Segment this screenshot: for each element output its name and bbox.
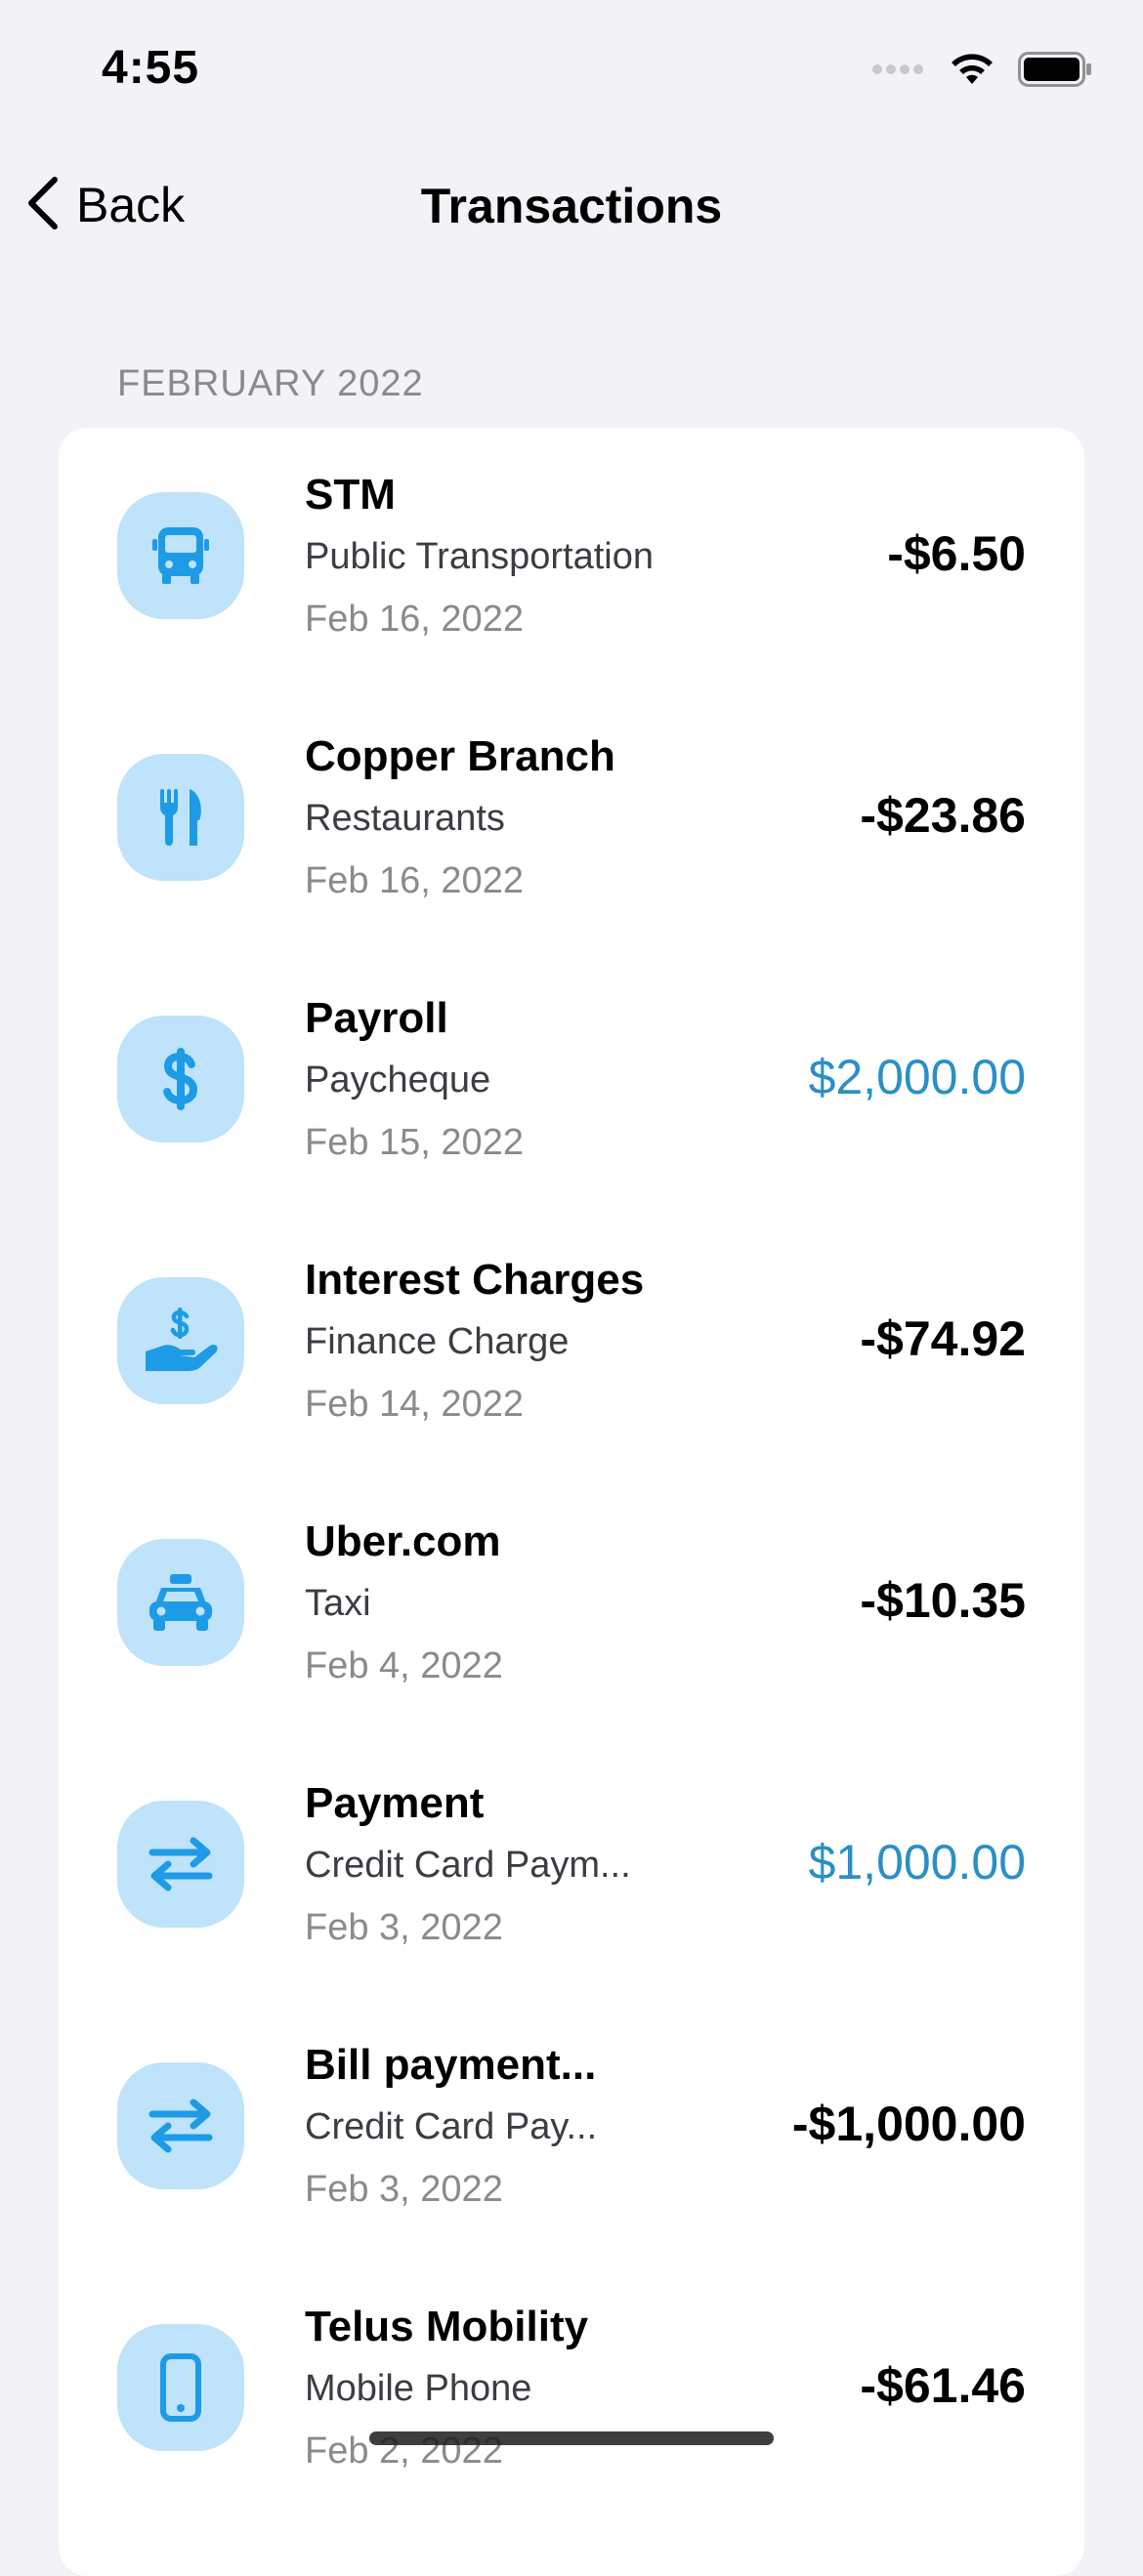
transaction-date: Feb 16, 2022 bbox=[305, 599, 524, 640]
transaction-category: Credit Card Pay... bbox=[305, 2106, 598, 2147]
merchant-name: Uber.com bbox=[305, 1517, 501, 1565]
bus-icon bbox=[117, 492, 244, 619]
transaction-row[interactable]: Payment Credit Card Paym... Feb 3, 2022 … bbox=[59, 1736, 1084, 1998]
transaction-amount: -$74.92 bbox=[860, 1311, 1026, 1366]
mobile-phone-icon bbox=[117, 2324, 244, 2451]
transaction-row[interactable]: Telus Mobility Mobile Phone Feb 2, 2022 … bbox=[59, 2260, 1084, 2521]
merchant-name: Copper Branch bbox=[305, 732, 615, 780]
transaction-category: Taxi bbox=[305, 1583, 371, 1624]
transaction-category: Mobile Phone bbox=[305, 2368, 532, 2409]
merchant-name: Telus Mobility bbox=[305, 2303, 589, 2350]
transaction-date: Feb 16, 2022 bbox=[305, 860, 524, 901]
transaction-amount: -$61.46 bbox=[860, 2358, 1026, 2413]
merchant-name: Interest Charges bbox=[305, 1256, 645, 1304]
transaction-date: Feb 14, 2022 bbox=[305, 1384, 524, 1425]
transaction-row[interactable]: Bill payment... Credit Card Pay... Feb 3… bbox=[59, 1998, 1084, 2260]
merchant-name: Bill payment... bbox=[305, 2041, 597, 2089]
transaction-amount: -$23.86 bbox=[860, 788, 1026, 843]
transfer-arrows-icon bbox=[117, 2062, 244, 2189]
transaction-category: Credit Card Paym... bbox=[305, 1845, 631, 1886]
transaction-row[interactable]: Payroll Paycheque Feb 15, 2022 $2,000.00 bbox=[59, 951, 1084, 1213]
transaction-amount: -$6.50 bbox=[887, 526, 1026, 581]
transaction-row[interactable]: STM Public Transportation Feb 16, 2022 -… bbox=[59, 428, 1084, 689]
transaction-row[interactable]: Interest Charges Finance Charge Feb 14, … bbox=[59, 1213, 1084, 1475]
taxi-icon bbox=[117, 1539, 244, 1666]
transaction-row[interactable]: Copper Branch Restaurants Feb 16, 2022 -… bbox=[59, 689, 1084, 951]
transaction-amount: -$10.35 bbox=[860, 1573, 1026, 1628]
transaction-category: Finance Charge bbox=[305, 1321, 570, 1362]
transactions-list: STM Public Transportation Feb 16, 2022 -… bbox=[59, 428, 1084, 2576]
transaction-date: Feb 3, 2022 bbox=[305, 2169, 503, 2210]
status-time: 4:55 bbox=[102, 42, 200, 94]
transaction-row[interactable]: Uber.com Taxi Feb 4, 2022 -$10.35 bbox=[59, 1475, 1084, 1736]
merchant-name: Payroll bbox=[305, 994, 448, 1042]
transaction-date: Feb 4, 2022 bbox=[305, 1645, 503, 1686]
transaction-amount: $1,000.00 bbox=[808, 1835, 1026, 1890]
transaction-category: Public Transportation bbox=[305, 536, 654, 577]
merchant-name: STM bbox=[305, 471, 396, 519]
transaction-category: Paycheque bbox=[305, 1059, 491, 1101]
transaction-category: Restaurants bbox=[305, 798, 505, 839]
section-header: FEBRUARY 2022 bbox=[117, 363, 424, 404]
navigation-bar: Back Transactions bbox=[0, 156, 1143, 254]
transaction-date: Feb 3, 2022 bbox=[305, 1907, 503, 1948]
transaction-amount: $2,000.00 bbox=[808, 1050, 1026, 1104]
merchant-name: Payment bbox=[305, 1779, 485, 1827]
fork-knife-icon bbox=[117, 754, 244, 881]
transaction-date: Feb 15, 2022 bbox=[305, 1122, 524, 1163]
dollar-sign-icon bbox=[117, 1016, 244, 1143]
page-title: Transactions bbox=[420, 179, 723, 233]
cellular-signal-icon bbox=[871, 62, 926, 82]
status-bar: 4:55 bbox=[0, 0, 1143, 137]
battery-icon bbox=[1018, 52, 1092, 92]
wifi-icon bbox=[948, 51, 996, 93]
transfer-arrows-icon bbox=[117, 1801, 244, 1928]
hand-dollar-icon bbox=[117, 1277, 244, 1404]
status-icons bbox=[871, 51, 1092, 93]
home-indicator[interactable] bbox=[369, 2431, 774, 2445]
transaction-amount: -$1,000.00 bbox=[791, 2097, 1026, 2151]
